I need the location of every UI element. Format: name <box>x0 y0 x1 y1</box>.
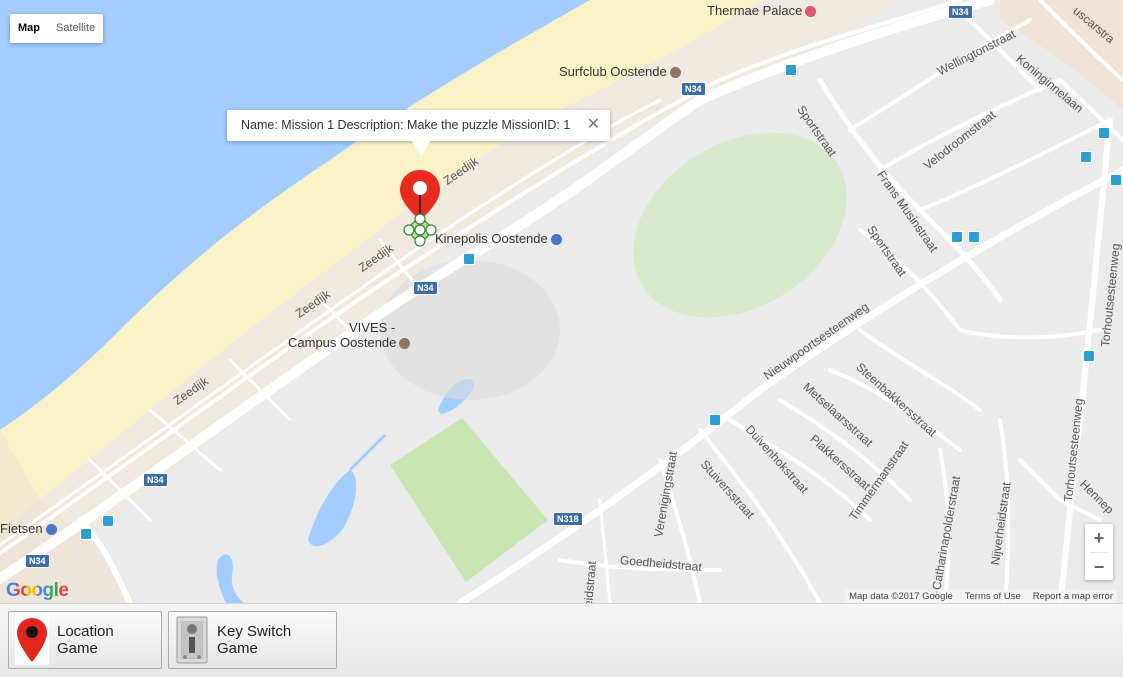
bus-stop-icon <box>1098 127 1110 139</box>
bus-stop-icon <box>80 528 92 540</box>
road-shield-n34: N34 <box>143 473 168 487</box>
bus-stop-icon <box>951 231 963 243</box>
zoom-out-button[interactable]: − <box>1085 553 1113 581</box>
key-switch-icon <box>175 615 209 665</box>
bus-stop-icon <box>1110 174 1122 186</box>
location-game-label: Location Game <box>57 623 114 657</box>
road-shield-n34: N34 <box>25 554 50 568</box>
map-type-satellite-button[interactable]: Satellite <box>48 14 103 43</box>
google-logo-text: Google <box>6 580 69 601</box>
bike-icon <box>45 524 57 536</box>
school-icon <box>399 338 411 350</box>
bus-stop-icon <box>968 231 980 243</box>
label-surfclub: Surfclub Oostende <box>559 64 667 79</box>
map-type-control: Map Satellite <box>10 14 104 43</box>
info-window: Name: Mission 1 Description: Make the pu… <box>227 110 610 157</box>
label-fietsen: Fietsen <box>0 521 43 536</box>
road-shield-n34: N34 <box>413 281 438 295</box>
google-logo[interactable]: Google <box>6 580 69 602</box>
label-vives-line1: VIVES - <box>349 320 396 335</box>
place-icon <box>669 67 681 79</box>
map-data-text: Map data ©2017 Google <box>849 591 953 602</box>
game-toolbar: Location Game Key Switch Game <box>0 603 1123 677</box>
bus-stop-icon <box>463 253 475 265</box>
road-shield-n34: N34 <box>681 82 706 96</box>
report-map-error-link[interactable]: Report a map error <box>1033 591 1113 602</box>
zoom-control: + − <box>1085 524 1113 580</box>
cinema-icon <box>550 234 562 246</box>
location-game-button[interactable]: Location Game <box>8 611 162 669</box>
attribution-bar: Map data ©2017 Google Terms of Use Repor… <box>845 590 1117 603</box>
zoom-in-button[interactable]: + <box>1085 524 1113 552</box>
label-vives-line2: Campus Oostende <box>288 335 397 350</box>
bus-stop-icon <box>1083 350 1095 362</box>
road-shield-n34: N34 <box>948 5 973 19</box>
bus-stop-icon <box>709 414 721 426</box>
map-type-map-button[interactable]: Map <box>10 14 48 43</box>
hotel-icon <box>805 6 817 18</box>
info-window-text: Name: Mission 1 Description: Make the pu… <box>241 118 571 132</box>
bus-stop-icon <box>1080 151 1092 163</box>
close-icon[interactable]: ✕ <box>587 115 600 135</box>
label-kinepolis: Kinepolis Oostende <box>435 231 548 246</box>
bus-stop-icon <box>785 64 797 76</box>
info-window-tail <box>412 141 430 157</box>
bus-stop-icon <box>102 515 114 527</box>
map-pin-icon <box>15 615 49 665</box>
key-switch-game-button[interactable]: Key Switch Game <box>168 611 337 669</box>
map-marker[interactable] <box>398 168 442 252</box>
key-switch-game-label: Key Switch Game <box>217 623 292 657</box>
map-canvas[interactable]: Thermae Palace Surfclub Oostende Kinepol… <box>0 0 1123 603</box>
label-thermae-palace: Thermae Palace <box>707 3 803 18</box>
road-shield-n318: N318 <box>553 512 583 526</box>
terms-of-use-link[interactable]: Terms of Use <box>965 591 1021 602</box>
